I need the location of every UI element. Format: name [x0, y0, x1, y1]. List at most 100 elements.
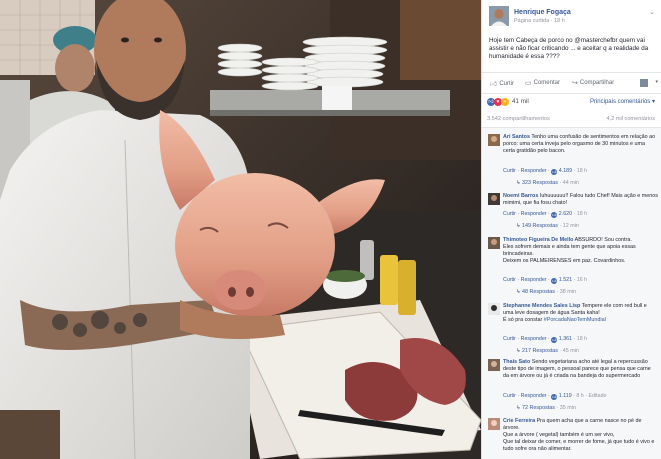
like-count-icon: 👍︎ [551, 394, 558, 400]
comment-reply-links[interactable]: Curtir · Responder · [503, 211, 550, 217]
replies-time: 35 min [559, 405, 576, 411]
comment-time: 18 h [576, 168, 588, 174]
comments-count[interactable]: 4,2 mil comentários [607, 116, 656, 122]
commenter-avatar[interactable] [488, 359, 500, 371]
replies-count: 323 Respostas [522, 180, 558, 186]
author-avatar-image [489, 6, 509, 26]
comment-body: Crie Ferreira Pra quem acha que a carne … [503, 418, 658, 453]
share-arrow-icon: ↪ [572, 80, 578, 87]
commenter-avatar[interactable] [488, 193, 500, 205]
comment-reply-links[interactable]: Curtir · Responder · [503, 393, 550, 399]
commenter-name[interactable]: Thimoteo Figueira De Mello [503, 237, 573, 243]
replies-count: 149 Respostas [522, 223, 558, 229]
comment-like-count[interactable]: 1.361 [559, 336, 572, 342]
wow-reaction-icon: • [501, 98, 509, 106]
comment-text-line-2: Eles sofrem demais e ainda tem gente que… [503, 243, 636, 257]
comment-replies-link[interactable]: ↳ 48 Respostas · 38 min [516, 289, 576, 295]
comment-time: 8 h [576, 393, 584, 399]
commenter-avatar-image [488, 134, 500, 146]
comment-reply-links[interactable]: Curtir · Responder · [503, 168, 550, 174]
comment-like-count[interactable]: 2.620 [559, 211, 572, 217]
like-label: Curtir [499, 80, 514, 87]
comment-text-line-3: Deixem os PALMEIRENSES em paz. Covardinh… [503, 257, 626, 264]
replies-time: 45 min [562, 348, 579, 354]
comment-body: Thaís Sato Sendo vegetariana acho até le… [503, 359, 658, 380]
reacting-as-avatar[interactable] [640, 79, 648, 87]
comment-edited[interactable]: Editado [589, 393, 607, 399]
comment-like-count[interactable]: 4.189 [559, 168, 572, 174]
comment-button[interactable]: ▭ Comentar [525, 79, 560, 87]
top-comments-filter[interactable]: Principais comentários ▾ [590, 98, 655, 105]
comment-body: Thimoteo Figueira De Mello ABSURDO! Sou … [503, 237, 658, 265]
post-options-chevron-icon[interactable]: ⌄ [649, 8, 655, 16]
comment-replies-link[interactable]: ↳ 217 Respostas · 45 min [516, 348, 579, 354]
comment-reply-links[interactable]: Curtir · Responder · [503, 277, 550, 283]
comment-actions: Curtir · Responder · 👍︎ 1.361 · 18 h [503, 336, 588, 343]
comment-replies-link[interactable]: ↳ 323 Respostas · 44 min [516, 180, 579, 186]
comment-actions: Curtir · Responder · 👍︎ 2.620 · 18 h [503, 211, 588, 218]
replies-time: 12 min [562, 223, 579, 229]
share-button[interactable]: ↪ Compartilhar [572, 79, 614, 87]
like-count-icon: 👍︎ [551, 337, 558, 343]
commenter-avatar[interactable] [488, 237, 500, 249]
comment-actions: Curtir · Responder · 👍︎ 4.189 · 18 h [503, 168, 588, 175]
thumbs-up-icon: 👍︎ [490, 81, 498, 88]
author-avatar[interactable] [489, 6, 509, 26]
commenter-name[interactable]: Crie Ferreira [503, 418, 535, 424]
comment-reply-links[interactable]: Curtir · Responder · [503, 336, 550, 342]
post-photo[interactable] [0, 0, 481, 459]
comment-actions: Curtir · Responder · 👍︎ 1.119 · 8 h · Ed… [503, 393, 607, 400]
comment-hashtag[interactable]: #PorcadaNaoTemMundial [544, 317, 606, 323]
replies-count: 48 Respostas [522, 289, 555, 295]
comment-actions: Curtir · Responder · 👍︎ 1.521 · 16 h [503, 277, 588, 284]
comments-list: Ari Santos Tenho uma confusão de sentime… [482, 127, 661, 459]
post-side-panel: Henrique Fogaça Página curtida18 h ⌄ Hoj… [481, 0, 661, 459]
comment-body: Stephanne Mendes Sales Lisp Tempere ele … [503, 303, 658, 324]
post-meta: Página curtida18 h [514, 18, 565, 24]
comment-body: Ari Santos Tenho uma confusão de sentime… [503, 134, 658, 155]
post-header: Henrique Fogaça Página curtida18 h ⌄ [489, 6, 659, 30]
comment-label: Comentar [533, 80, 560, 86]
replies-count: 72 Respostas [522, 405, 555, 411]
post-actions-bar: 👍︎ Curtir ▭ Comentar ↪ Compartilhar ▾ [482, 72, 661, 94]
shares-count[interactable]: 3.542 compartilhamentos [487, 116, 550, 122]
comment-time: 18 h [576, 211, 588, 217]
commenter-name[interactable]: Stephanne Mendes Sales Lisp [503, 303, 580, 309]
comment-text-prefix: É só pra constar [503, 316, 543, 323]
like-count-icon: 👍︎ [551, 212, 558, 218]
comment-time: 18 h [576, 336, 588, 342]
reacting-as-dropdown[interactable]: ▾ [655, 79, 658, 85]
comment-text-line-2: É só pra constar #PorcadaNaoTemMundial [503, 317, 658, 324]
replies-time: 38 min [559, 289, 576, 295]
like-button[interactable]: 👍︎ Curtir [490, 79, 514, 89]
replies-count: 217 Respostas [522, 348, 558, 354]
commenter-avatar-image [488, 237, 500, 249]
comment-body: Noemi Barros Iuhuuuuuu!! Falou tudo Chef… [503, 193, 658, 207]
comment-replies-link[interactable]: ↳ 72 Respostas · 35 min [516, 405, 576, 411]
reaction-count[interactable]: 41 mil [512, 98, 529, 105]
commenter-avatar-image [488, 359, 500, 371]
commenter-avatar-image [488, 193, 500, 205]
comment-replies-link[interactable]: ↳ 149 Respostas · 12 min [516, 223, 579, 229]
comment-text-line-2: Que a árvore ( vegetal) também é um ser … [503, 431, 615, 438]
comment-text: ABSURDO! Sou contra. [574, 237, 632, 243]
commenter-avatar[interactable] [488, 303, 500, 315]
commenter-avatar[interactable] [488, 134, 500, 146]
share-label: Compartilhar [579, 80, 615, 86]
commenter-name[interactable]: Thaís Sato [503, 359, 530, 365]
commenter-avatar-image [488, 418, 500, 430]
post-meta-time[interactable]: 18 h [549, 18, 565, 24]
replies-time: 44 min [562, 180, 579, 186]
comment-like-count[interactable]: 1.521 [559, 277, 572, 283]
post-text: Hoje tem Cabeça de porco no @masterchefb… [489, 37, 649, 60]
comment-time: 16 h [576, 277, 588, 283]
comment-bubble-icon: ▭ [525, 80, 532, 87]
commenter-name[interactable]: Noemi Barros [503, 193, 538, 199]
commenter-name[interactable]: Ari Santos [503, 134, 530, 140]
comment-like-count[interactable]: 1.119 [559, 393, 572, 399]
chef-with-pig-head-image [0, 0, 481, 459]
post-author-name[interactable]: Henrique Fogaça [514, 9, 571, 16]
comment-text-line-3: Que tal deixar de comer, e morrer de fom… [503, 438, 655, 452]
like-count-icon: 👍︎ [551, 278, 558, 284]
commenter-avatar[interactable] [488, 418, 500, 430]
